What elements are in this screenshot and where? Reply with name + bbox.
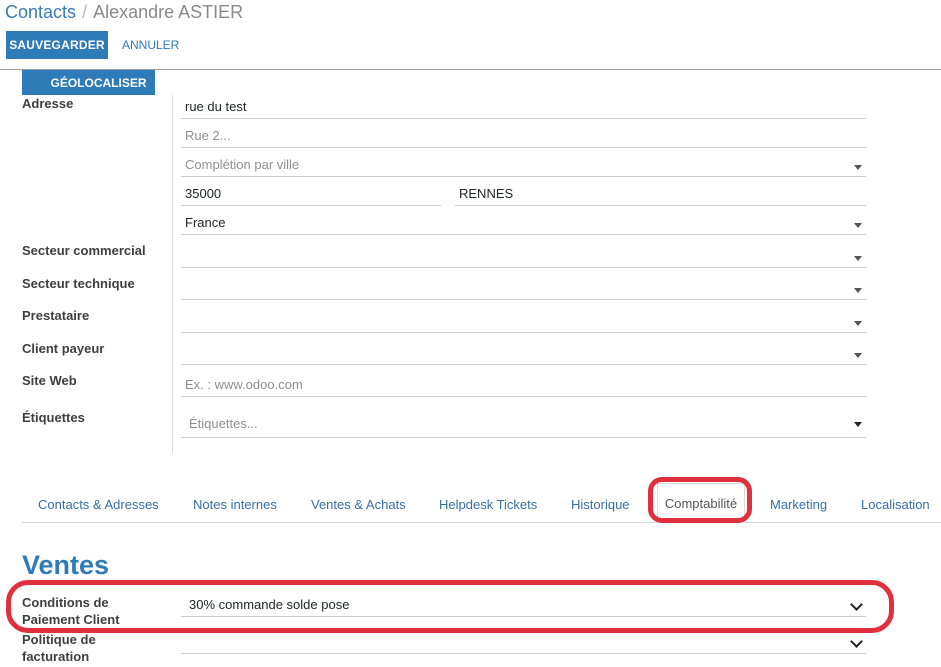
technical-sector-label: Secteur technique [22, 276, 135, 291]
caret-down-icon [854, 321, 862, 326]
website-input[interactable]: Ex. : www.odoo.com [181, 375, 866, 397]
country-value: France [185, 215, 226, 230]
section-title-sales: Ventes [22, 550, 110, 580]
website-label: Site Web [22, 373, 77, 388]
invoicing-policy-select[interactable] [181, 632, 866, 654]
commercial-sector-select[interactable] [181, 246, 866, 268]
caret-down-icon [854, 353, 862, 358]
paying-client-select[interactable] [181, 343, 866, 365]
technical-sector-select[interactable] [181, 278, 866, 300]
tabs-baseline [22, 522, 941, 523]
cancel-button[interactable]: ANNULER [114, 31, 187, 59]
tags-label: Étiquettes [22, 410, 85, 425]
tab-history[interactable]: Historique [571, 486, 630, 522]
paying-client-label: Client payeur [22, 341, 105, 356]
tab-marketing[interactable]: Marketing [770, 486, 827, 522]
chevron-down-icon [850, 635, 863, 648]
commercial-sector-label: Secteur commercial [22, 243, 146, 258]
geolocate-button[interactable]: GÉOLOCALISER [22, 70, 155, 95]
city-completion-select[interactable]: Complétion par ville [181, 155, 866, 177]
city-input[interactable]: RENNES [455, 184, 866, 206]
breadcrumb-contacts-link[interactable]: Contacts [5, 2, 76, 22]
breadcrumb-current: Alexandre ASTIER [93, 2, 244, 22]
caret-down-icon [854, 422, 862, 427]
annotation-highlight-payment-terms [6, 580, 894, 633]
caret-down-icon [854, 165, 862, 170]
tab-sales-purchases[interactable]: Ventes & Achats [311, 486, 406, 522]
invoicing-policy-label-line1: Politique de [22, 632, 96, 647]
provider-select[interactable] [181, 311, 866, 333]
breadcrumb-separator: / [82, 2, 88, 22]
tab-contacts-addresses[interactable]: Contacts & Adresses [38, 486, 159, 522]
caret-down-icon [854, 223, 862, 228]
country-select[interactable]: France [181, 213, 866, 235]
tags-placeholder: Étiquettes... [189, 416, 258, 431]
street-input[interactable]: rue du test [181, 97, 866, 119]
caret-down-icon [854, 256, 862, 261]
zip-input[interactable]: 35000 [181, 184, 441, 206]
invoicing-policy-label-line2: facturation [22, 649, 90, 664]
caret-down-icon [854, 288, 862, 293]
city-completion-placeholder: Complétion par ville [185, 157, 300, 172]
tab-helpdesk-tickets[interactable]: Helpdesk Tickets [439, 486, 537, 522]
provider-label: Prestataire [22, 308, 90, 323]
address-label: Adresse [22, 96, 74, 111]
annotation-highlight-tab [648, 477, 752, 523]
invoicing-policy-label: Politique de facturation [22, 631, 96, 665]
save-button[interactable]: SAUVEGARDER [6, 31, 108, 59]
form-divider [172, 95, 173, 453]
street2-input[interactable]: Rue 2... [181, 126, 866, 148]
tab-localisation[interactable]: Localisation [861, 486, 930, 522]
tab-internal-notes[interactable]: Notes internes [193, 486, 277, 522]
breadcrumb: Contacts / Alexandre ASTIER [5, 2, 243, 23]
tags-input[interactable]: Étiquettes... [181, 412, 866, 438]
